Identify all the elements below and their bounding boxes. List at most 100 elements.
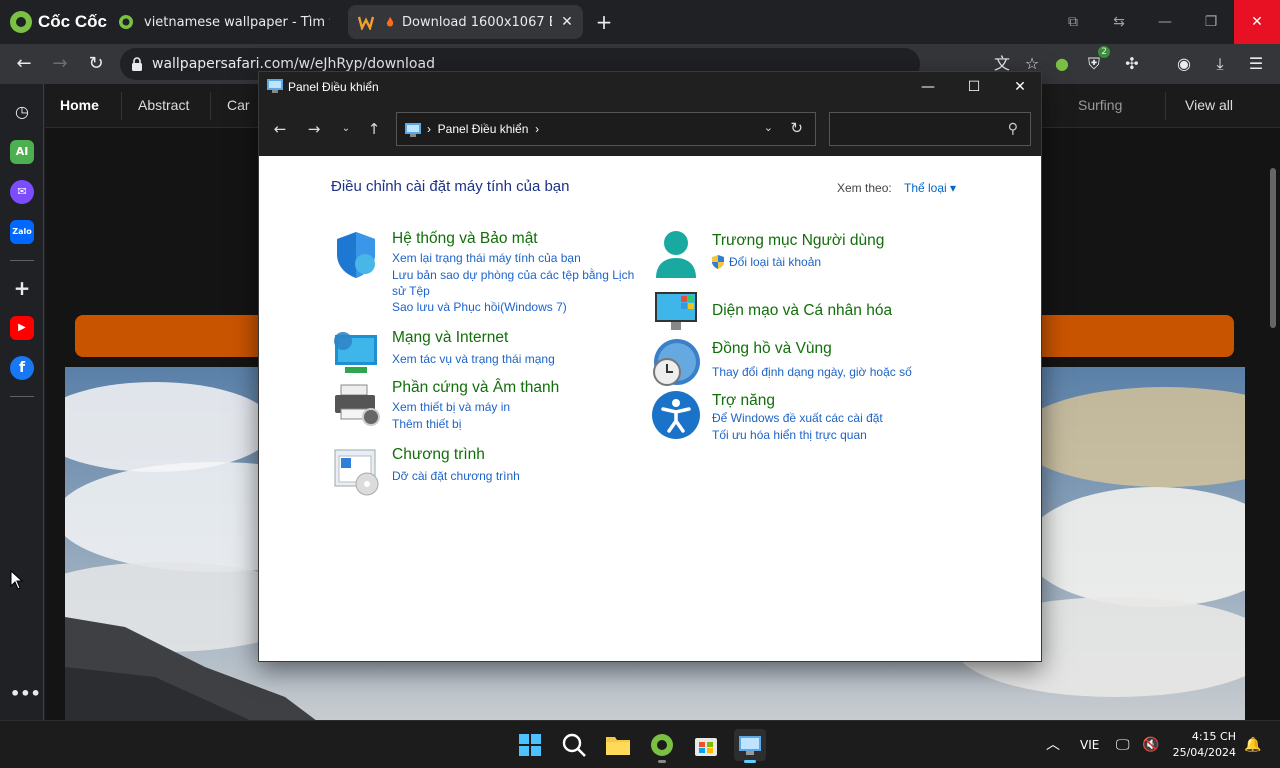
network-globe-icon — [334, 332, 377, 373]
adblock-shield-icon[interactable]: ⛨ 2 — [1082, 46, 1110, 76]
cp-search-input[interactable]: ⚲ — [829, 112, 1031, 146]
clock-globe-icon — [653, 339, 700, 386]
category-link[interactable]: Sao lưu và Phục hồi(Windows 7) — [392, 299, 567, 315]
youtube-icon[interactable]: ▶ — [10, 316, 34, 340]
tab-title: vietnamese wallpaper - Tìm với Cốc Cốc — [144, 14, 330, 30]
cp-minimize-button[interactable]: — — [905, 72, 951, 102]
browser-brand[interactable]: Cốc Cốc — [10, 9, 107, 35]
accessibility-icon — [652, 391, 700, 439]
more-icon[interactable]: ••• — [10, 682, 41, 706]
taskbar-clock[interactable]: 4:15 CH 25/04/2024 — [1173, 729, 1236, 761]
menu-icon[interactable]: ☰ — [1244, 52, 1268, 76]
category-title[interactable]: Mạng và Internet — [392, 329, 508, 347]
zalo-icon[interactable]: Zalo — [10, 220, 34, 244]
tab-close-icon[interactable]: ✕ — [559, 14, 575, 30]
notification-icon[interactable]: 🔔 — [1244, 721, 1261, 768]
search-icon[interactable] — [558, 729, 590, 761]
cp-breadcrumb-item[interactable]: Panel Điều khiển — [438, 122, 529, 136]
tab-wallpaper-download[interactable]: Download 1600x1067 Beautiful ✕ — [348, 5, 583, 39]
category-accessibility: Trợ năng Để Windows đề xuất các cài đặt … — [651, 390, 981, 443]
category-title[interactable]: Trương mục Người dùng — [712, 232, 884, 250]
network-icon[interactable]: 🖵 — [1116, 721, 1130, 768]
volume-muted-icon[interactable]: 🔇 — [1142, 721, 1159, 768]
cp-title-bar[interactable]: Panel Điều khiển — ☐ ✕ — [259, 72, 1041, 102]
category-link[interactable]: Thay đổi định dạng ngày, giờ hoặc số — [712, 364, 912, 380]
category-clock-region: Đồng hồ và Vùng Thay đổi định dạng ngày,… — [651, 338, 981, 388]
tab-search-icon[interactable]: ⧉ — [1050, 0, 1096, 44]
category-link[interactable]: Lưu bản sao dự phòng của các tệp bằng Lị… — [392, 267, 634, 283]
history-icon[interactable]: ◷ — [10, 100, 34, 124]
add-app-icon[interactable]: + — [10, 276, 34, 300]
sidebar-toggle-icon[interactable]: ⇆ — [1096, 0, 1142, 44]
nav-divider — [1165, 92, 1166, 120]
forward-button[interactable]: → — [48, 52, 72, 76]
extensions-puzzle-icon[interactable]: ✣ — [1120, 52, 1144, 76]
nav-view-all[interactable]: View all — [1185, 97, 1233, 113]
category-title[interactable]: Diện mạo và Cá nhân hóa — [712, 302, 892, 320]
browser-close-button[interactable]: ✕ — [1234, 0, 1280, 44]
category-link[interactable]: Tối ưu hóa hiển thị trực quan — [712, 427, 867, 443]
category-link[interactable]: Xem lại trạng thái máy tính của bạn — [392, 250, 581, 266]
category-title[interactable]: Đồng hồ và Vùng — [712, 340, 832, 358]
coccoc-favicon-icon — [119, 15, 133, 29]
nav-abstract[interactable]: Abstract — [138, 97, 189, 113]
nav-car[interactable]: Car — [227, 97, 250, 113]
url-text: wallpapersafari.com/w/eJhRyp/download — [152, 56, 435, 72]
page-scrollbar[interactable] — [1270, 168, 1276, 328]
coccoc-logo-icon — [10, 11, 32, 33]
browser-sidebar: ◷ AI ✉ Zalo + ▶ f ••• — [0, 84, 44, 720]
new-tab-button[interactable]: + — [592, 10, 616, 34]
cp-maximize-button[interactable]: ☐ — [951, 72, 997, 102]
tab-search[interactable]: vietnamese wallpaper - Tìm với Cốc Cốc — [108, 5, 340, 39]
category-link[interactable]: Xem thiết bị và máy in — [392, 399, 510, 415]
user-accounts-icon — [656, 231, 696, 278]
category-title[interactable]: Chương trình — [392, 446, 485, 464]
control-panel-taskbar-icon[interactable] — [734, 729, 766, 763]
ai-assistant-icon[interactable]: AI — [10, 140, 34, 164]
printer-icon — [335, 384, 380, 426]
shield-icon — [337, 232, 375, 278]
view-by-value: Thể loại — [904, 181, 947, 195]
sidebar-divider — [10, 396, 34, 397]
category-link[interactable]: sử Tệp — [392, 283, 430, 299]
coccoc-taskbar-icon[interactable] — [646, 729, 678, 763]
download-icon[interactable]: ⤓ — [1208, 52, 1232, 76]
appearance-monitor-icon — [655, 292, 697, 330]
nav-surfing[interactable]: Surfing — [1078, 97, 1122, 113]
category-link[interactable]: Xem tác vụ và trạng thái mạng — [392, 351, 555, 367]
cp-refresh-icon[interactable]: ↻ — [790, 119, 803, 137]
tray-overflow-chevron-icon[interactable]: ︿ — [1046, 721, 1060, 768]
category-programs: Chương trình Dỡ cài đặt chương trình — [331, 446, 631, 496]
start-windows-icon[interactable] — [514, 729, 546, 761]
cp-recent-dropdown-icon[interactable]: ⌄ — [335, 118, 357, 140]
fire-icon — [386, 16, 394, 27]
category-link[interactable]: Đổi loại tài khoản — [729, 254, 821, 270]
cp-address-dropdown-icon[interactable]: ⌄ — [764, 121, 773, 134]
category-system-security: Hệ thống và Bảo mật Xem lại trạng thái m… — [331, 230, 634, 320]
category-title[interactable]: Hệ thống và Bảo mật — [392, 230, 538, 248]
reload-button[interactable]: ↻ — [84, 52, 108, 76]
extension-badge: 2 — [1098, 46, 1110, 58]
back-button[interactable]: ← — [12, 52, 36, 76]
file-explorer-icon[interactable] — [602, 729, 634, 761]
coccoc-leaf-icon[interactable]: ● — [1050, 52, 1074, 76]
cp-close-button[interactable]: ✕ — [997, 72, 1043, 102]
microsoft-store-icon[interactable] — [690, 729, 722, 761]
maximize-button[interactable]: ❐ — [1188, 0, 1234, 44]
profile-avatar-icon[interactable]: ◉ — [1172, 52, 1196, 76]
cp-back-button[interactable]: ← — [269, 118, 291, 140]
minimize-button[interactable]: — — [1142, 0, 1188, 44]
category-link[interactable]: Để Windows đề xuất các cài đặt — [712, 410, 883, 426]
facebook-icon[interactable]: f — [10, 356, 34, 380]
nav-home[interactable]: Home — [60, 97, 99, 113]
category-title[interactable]: Trợ năng — [712, 392, 775, 410]
category-link[interactable]: Dỡ cài đặt chương trình — [392, 468, 520, 484]
category-link[interactable]: Thêm thiết bị — [392, 416, 461, 432]
view-by-dropdown[interactable]: Thể loại ▾ — [904, 181, 956, 195]
cp-up-button[interactable]: ↑ — [363, 118, 385, 140]
messenger-icon[interactable]: ✉ — [10, 180, 34, 204]
category-title[interactable]: Phần cứng và Âm thanh — [392, 379, 559, 397]
language-indicator[interactable]: VIE — [1080, 721, 1099, 768]
cp-forward-button[interactable]: → — [303, 118, 325, 140]
cp-address-bar[interactable]: › Panel Điều khiển › ⌄ ↻ — [396, 112, 816, 146]
